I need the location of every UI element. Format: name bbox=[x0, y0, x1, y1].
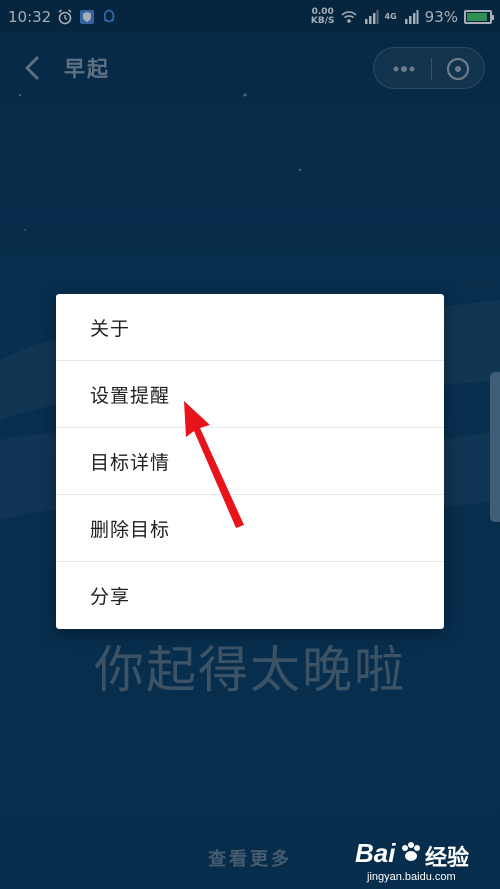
watermark-logo-suffix: 经验 bbox=[425, 846, 470, 871]
baidu-watermark: Bai 经验 jingyan.baidu.com bbox=[355, 838, 495, 886]
menu-item-share[interactable]: 分享 bbox=[56, 562, 444, 629]
menu-item-set-reminder[interactable]: 设置提醒 bbox=[56, 361, 444, 428]
menu-item-delete-goal[interactable]: 删除目标 bbox=[56, 495, 444, 562]
menu-item-about[interactable]: 关于 bbox=[56, 294, 444, 361]
red-arrow bbox=[184, 401, 244, 528]
app-screen: 10:32 0.00 KB/S 4G 93% 早起 你起得太晚啦 查看更多 关于… bbox=[0, 0, 500, 889]
action-menu: 关于 设置提醒 目标详情 删除目标 分享 bbox=[56, 294, 444, 629]
side-handle[interactable] bbox=[490, 372, 500, 522]
watermark-url: jingyan.baidu.com bbox=[367, 871, 456, 883]
menu-item-goal-details[interactable]: 目标详情 bbox=[56, 428, 444, 495]
watermark-logo: Bai bbox=[355, 838, 396, 868]
paw-icon bbox=[402, 842, 420, 861]
